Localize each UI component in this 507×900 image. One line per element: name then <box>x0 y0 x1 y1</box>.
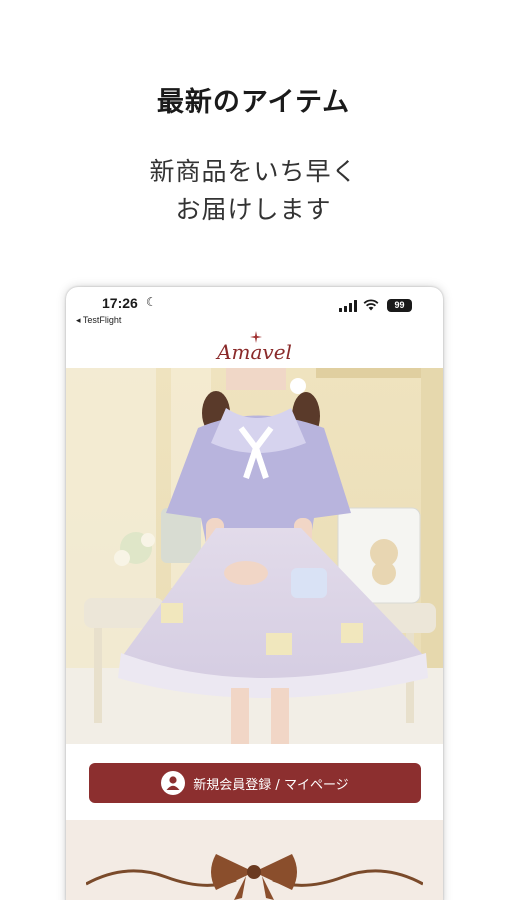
hero-illustration <box>66 368 443 744</box>
ribbon-ornament-icon <box>86 854 423 900</box>
phone-frame: 17:26 ☾ ◂ TestFlight 99 Amavel 新規会員登録 / … <box>66 287 443 900</box>
signal-icon <box>339 300 357 312</box>
battery-icon: 99 <box>387 299 412 312</box>
user-icon <box>161 771 186 795</box>
register-mypage-button[interactable]: 新規会員登録 / マイページ <box>89 763 421 803</box>
logo-text: Amavel <box>217 340 292 364</box>
moon-icon: ☾ <box>146 295 157 309</box>
promo-subline-2: お届けします <box>175 195 332 224</box>
app-logo: Amavel <box>66 331 443 368</box>
bottom-decoration-band <box>66 820 443 900</box>
wifi-icon <box>363 299 379 311</box>
hero-product-photo[interactable] <box>66 368 443 744</box>
promo-subline-1: 新商品をいち早く <box>149 157 358 186</box>
status-time: 17:26 <box>102 295 138 311</box>
status-bar: 17:26 ☾ ◂ TestFlight 99 <box>66 287 443 331</box>
register-mypage-label: 新規会員登録 / マイページ <box>193 777 349 793</box>
back-to-testflight[interactable]: ◂ TestFlight <box>76 315 121 326</box>
cta-area: 新規会員登録 / マイページ <box>66 744 443 820</box>
promo-headline: 最新のアイテム <box>156 87 351 118</box>
